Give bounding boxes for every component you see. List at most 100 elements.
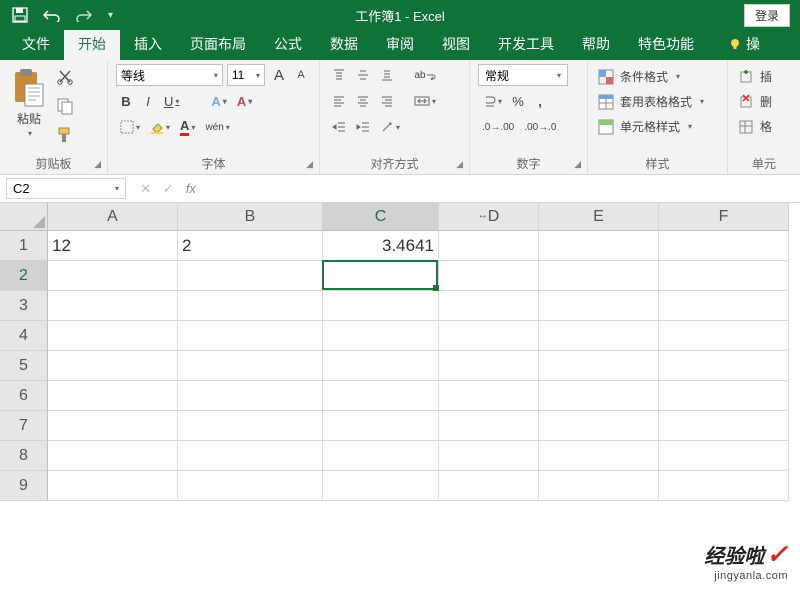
tab-data[interactable]: 数据 [316, 28, 372, 60]
cell-E5[interactable] [539, 351, 659, 381]
italic-button[interactable]: I [138, 90, 158, 112]
cell-C1[interactable]: 3.4641 [323, 231, 439, 261]
cell-C3[interactable] [323, 291, 439, 321]
cell-D4[interactable] [439, 321, 539, 351]
qat-customize-icon[interactable]: ▾ [108, 10, 113, 21]
row-header-7[interactable]: 7 [0, 411, 48, 441]
cell-B2[interactable] [178, 261, 323, 291]
cell-C8[interactable] [323, 441, 439, 471]
format-painter-icon[interactable] [56, 126, 74, 149]
cell-C2[interactable] [323, 261, 439, 291]
bold-button[interactable]: B [116, 90, 136, 112]
shrink-font-button[interactable]: A [291, 64, 311, 86]
cell-A8[interactable] [48, 441, 178, 471]
conditional-formatting-button[interactable]: 条件格式▾ [596, 66, 719, 87]
cell-F1[interactable] [659, 231, 789, 261]
row-header-1[interactable]: 1 [0, 231, 48, 261]
cell-F4[interactable] [659, 321, 789, 351]
cell-F3[interactable] [659, 291, 789, 321]
font-size-combo[interactable]: 11▾ [227, 64, 265, 86]
cell-A4[interactable] [48, 321, 178, 351]
tab-file[interactable]: 文件 [8, 28, 64, 60]
worksheet-grid[interactable]: ABC↔DEF 123456789 1223.4641 [0, 203, 800, 573]
borders-button[interactable]: ▾ [116, 116, 144, 138]
row-header-8[interactable]: 8 [0, 441, 48, 471]
cell-B1[interactable]: 2 [178, 231, 323, 261]
cell-area[interactable]: 1223.4641 [48, 231, 800, 501]
dialog-launcher-icon[interactable]: ◢ [94, 159, 101, 170]
cell-D6[interactable] [439, 381, 539, 411]
font-name-combo[interactable]: 等线▾ [116, 64, 223, 86]
font-color-accent-button[interactable]: A▾ [233, 90, 256, 112]
column-header-C[interactable]: C [323, 203, 439, 231]
tab-formulas[interactable]: 公式 [260, 28, 316, 60]
cell-D2[interactable] [439, 261, 539, 291]
formula-input[interactable] [210, 175, 800, 202]
cell-E4[interactable] [539, 321, 659, 351]
dialog-launcher-icon[interactable]: ◢ [456, 159, 463, 170]
insert-cells-button[interactable]: 插 [736, 66, 792, 87]
cell-E3[interactable] [539, 291, 659, 321]
align-right-button[interactable] [376, 90, 398, 112]
column-header-D[interactable]: ↔D [439, 203, 539, 231]
cell-D5[interactable] [439, 351, 539, 381]
tab-view[interactable]: 视图 [428, 28, 484, 60]
font-color-theme-button[interactable]: A▾ [207, 90, 230, 112]
accounting-format-button[interactable]: ▾ [478, 90, 506, 112]
row-headers[interactable]: 123456789 [0, 231, 48, 501]
cell-A3[interactable] [48, 291, 178, 321]
cell-A9[interactable] [48, 471, 178, 501]
undo-icon[interactable] [42, 8, 62, 22]
align-top-button[interactable] [328, 64, 350, 86]
row-header-4[interactable]: 4 [0, 321, 48, 351]
cut-icon[interactable] [56, 68, 74, 91]
cell-E2[interactable] [539, 261, 659, 291]
cell-F9[interactable] [659, 471, 789, 501]
cancel-icon[interactable]: ✕ [140, 181, 151, 197]
row-header-3[interactable]: 3 [0, 291, 48, 321]
cell-B6[interactable] [178, 381, 323, 411]
comma-button[interactable]: , [530, 90, 550, 112]
column-header-B[interactable]: B [178, 203, 323, 231]
align-middle-button[interactable] [352, 64, 374, 86]
column-header-E[interactable]: E [539, 203, 659, 231]
align-center-button[interactable] [352, 90, 374, 112]
cell-B3[interactable] [178, 291, 323, 321]
fill-color-button[interactable]: ▾ [146, 116, 174, 138]
cell-C5[interactable] [323, 351, 439, 381]
tab-help[interactable]: 帮助 [568, 28, 624, 60]
align-left-button[interactable] [328, 90, 350, 112]
format-cells-button[interactable]: 格 [736, 116, 792, 137]
row-header-2[interactable]: 2 [0, 261, 48, 291]
cell-D8[interactable] [439, 441, 539, 471]
tab-developer[interactable]: 开发工具 [484, 28, 568, 60]
wrap-text-button[interactable]: ab [410, 64, 440, 86]
cell-E6[interactable] [539, 381, 659, 411]
cell-D7[interactable] [439, 411, 539, 441]
cell-A7[interactable] [48, 411, 178, 441]
copy-icon[interactable] [56, 97, 74, 120]
cell-A1[interactable]: 12 [48, 231, 178, 261]
row-header-5[interactable]: 5 [0, 351, 48, 381]
format-as-table-button[interactable]: 套用表格格式▾ [596, 91, 719, 112]
cell-F6[interactable] [659, 381, 789, 411]
cell-F7[interactable] [659, 411, 789, 441]
cell-E1[interactable] [539, 231, 659, 261]
name-box[interactable]: C2▾ [6, 178, 126, 199]
cell-A6[interactable] [48, 381, 178, 411]
cell-E8[interactable] [539, 441, 659, 471]
cell-D3[interactable] [439, 291, 539, 321]
dialog-launcher-icon[interactable]: ◢ [574, 159, 581, 170]
fx-icon[interactable]: fx [186, 181, 196, 196]
cell-styles-button[interactable]: 单元格样式▾ [596, 116, 719, 137]
cell-C4[interactable] [323, 321, 439, 351]
cell-A2[interactable] [48, 261, 178, 291]
login-button[interactable]: 登录 [744, 4, 790, 27]
merge-center-button[interactable]: ▾ [410, 90, 440, 112]
cell-F8[interactable] [659, 441, 789, 471]
tab-tell-me[interactable]: 操 [714, 28, 774, 60]
paste-button[interactable]: 粘贴 ▾ [8, 64, 50, 138]
cell-C6[interactable] [323, 381, 439, 411]
increase-decimal-button[interactable]: .0→.00 [478, 116, 518, 138]
increase-indent-button[interactable] [352, 116, 374, 138]
